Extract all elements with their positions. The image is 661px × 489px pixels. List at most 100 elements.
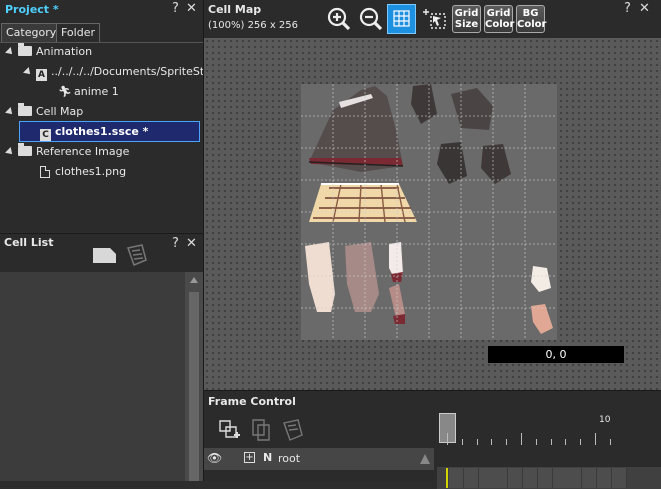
frame-label-10: 10 (599, 415, 611, 425)
cell-list-panel: Cell List ? ✕ (0, 233, 203, 481)
tree-label: Animation (36, 45, 93, 58)
grid-icon (393, 10, 410, 27)
frame-cell[interactable] (567, 468, 583, 488)
tree-item-ssce[interactable]: Cclothes1.ssce * (19, 121, 200, 142)
frame-cell[interactable] (493, 468, 509, 488)
expand-arrow-icon[interactable] (5, 147, 15, 157)
timeline-tick (565, 439, 567, 445)
button-label: BG (522, 8, 539, 19)
cell-list-scrollbar[interactable] (185, 272, 203, 481)
cellmap-file-icon: C (40, 129, 51, 141)
frame-cell[interactable] (508, 468, 524, 488)
frame-cell[interactable] (611, 468, 627, 488)
project-tabs: Category Folder (0, 23, 203, 43)
timeline-tick (447, 433, 448, 445)
animation-file-icon: A (36, 69, 47, 81)
current-frame-marker (446, 468, 448, 488)
timeline-tick (461, 439, 463, 445)
grid-size-button[interactable]: Grid Size (452, 5, 481, 33)
close-icon[interactable]: ✕ (186, 2, 197, 16)
timeline-tick (506, 439, 508, 445)
cursor-coordinates: 0, 0 (488, 346, 624, 363)
expand-arrow-icon[interactable] (5, 47, 15, 57)
scroll-up-icon[interactable] (190, 277, 198, 283)
tree-label: ../../../../Documents/SpriteStudi (51, 65, 222, 78)
frame-cell[interactable] (582, 468, 598, 488)
layer-marker-icon (420, 454, 430, 464)
timeline-tick (476, 439, 478, 445)
tree-item-png[interactable]: clothes1.png (40, 163, 126, 181)
timeline-tick (521, 433, 522, 445)
help-icon[interactable]: ? (172, 2, 179, 16)
tree-label: clothes1.ssce * (55, 125, 149, 138)
delete-cell-icon[interactable] (124, 242, 150, 268)
layer-row-root[interactable]: 👁︎ + N root (204, 448, 434, 470)
cell-map-title: Cell Map (208, 3, 262, 16)
add-part-icon[interactable] (216, 417, 242, 443)
help-icon[interactable]: ? (624, 2, 631, 16)
grid-color-button[interactable]: Grid Color (484, 5, 515, 33)
timeline-tick (535, 439, 537, 445)
cell-map-canvas[interactable]: 0, 0 (204, 38, 661, 390)
expand-arrow-icon[interactable] (5, 107, 15, 117)
expand-arrow-icon[interactable] (23, 67, 33, 77)
help-icon[interactable]: ? (172, 237, 179, 251)
frame-cell[interactable] (537, 468, 553, 488)
frame-control-panel: Frame Control 👁︎ + N root 10 (203, 390, 661, 489)
visibility-eye-icon[interactable]: 👁︎ (207, 451, 222, 465)
zoom-out-icon[interactable] (356, 4, 385, 34)
running-figure-icon: 🏃︎ (58, 85, 72, 98)
tree-item-animation[interactable]: Animation (5, 43, 93, 61)
expand-plus-icon[interactable]: + (244, 452, 255, 463)
frame-cell[interactable] (463, 468, 479, 488)
frame-cell[interactable] (478, 468, 494, 488)
sprite-sheet[interactable] (301, 84, 557, 340)
timeline-tick (595, 433, 596, 445)
layer-name[interactable]: root (278, 452, 300, 465)
grid-toggle-button[interactable] (387, 4, 416, 34)
image-file-icon (40, 166, 50, 178)
copy-part-icon[interactable] (248, 417, 274, 443)
button-label: Color (517, 19, 547, 30)
tree-item-reference-image[interactable]: Reference Image (5, 143, 130, 161)
timeline[interactable]: 10 (437, 411, 661, 489)
button-label: Size (454, 19, 479, 30)
scrollbar-thumb[interactable] (189, 292, 199, 481)
tree-label: Cell Map (36, 105, 84, 118)
layer-type-flag: N (263, 451, 273, 464)
bg-color-button[interactable]: BG Color (516, 5, 547, 33)
tree-label: anime 1 (74, 85, 119, 98)
frame-control-title: Frame Control (208, 395, 296, 408)
tree-item-cellmap[interactable]: Cell Map (5, 103, 84, 121)
cell-map-panel: Cell Map (100%) 256 x 256 ? ✕ Grid Size … (203, 0, 661, 390)
folder-icon (18, 143, 32, 156)
close-icon[interactable]: ✕ (639, 2, 650, 16)
cell-list-area[interactable] (0, 272, 185, 481)
timeline-tick (580, 439, 582, 445)
tree-label: clothes1.png (55, 165, 127, 178)
tree-item-ssae[interactable]: A ../../../../Documents/SpriteStudi (23, 63, 222, 81)
tree-item-anime[interactable]: 🏃︎ anime 1 (58, 83, 119, 101)
frame-cell[interactable] (552, 468, 568, 488)
timeline-tick (550, 439, 552, 445)
timeline-tick (491, 439, 493, 445)
tab-category[interactable]: Category (1, 23, 62, 42)
delete-part-icon[interactable] (280, 417, 306, 443)
add-cell-icon[interactable] (92, 245, 118, 265)
cell-map-info: (100%) 256 x 256 (208, 20, 299, 31)
select-tool-icon[interactable] (421, 4, 450, 34)
project-panel: Project * ? ✕ Category Folder Animation … (0, 0, 221, 232)
timeline-tick (609, 439, 611, 445)
folder-icon (18, 103, 32, 116)
frame-cell[interactable] (523, 468, 538, 488)
folder-icon (18, 43, 32, 56)
close-icon[interactable]: ✕ (186, 237, 197, 251)
button-label: Grid (454, 8, 479, 19)
frame-cell[interactable] (449, 468, 464, 488)
zoom-in-icon[interactable] (324, 4, 353, 34)
button-label: Color (485, 19, 515, 30)
frame-cell[interactable] (597, 468, 612, 488)
tab-folder[interactable]: Folder (56, 23, 100, 42)
tree-label: Reference Image (36, 145, 130, 158)
button-label: Grid (486, 8, 511, 19)
